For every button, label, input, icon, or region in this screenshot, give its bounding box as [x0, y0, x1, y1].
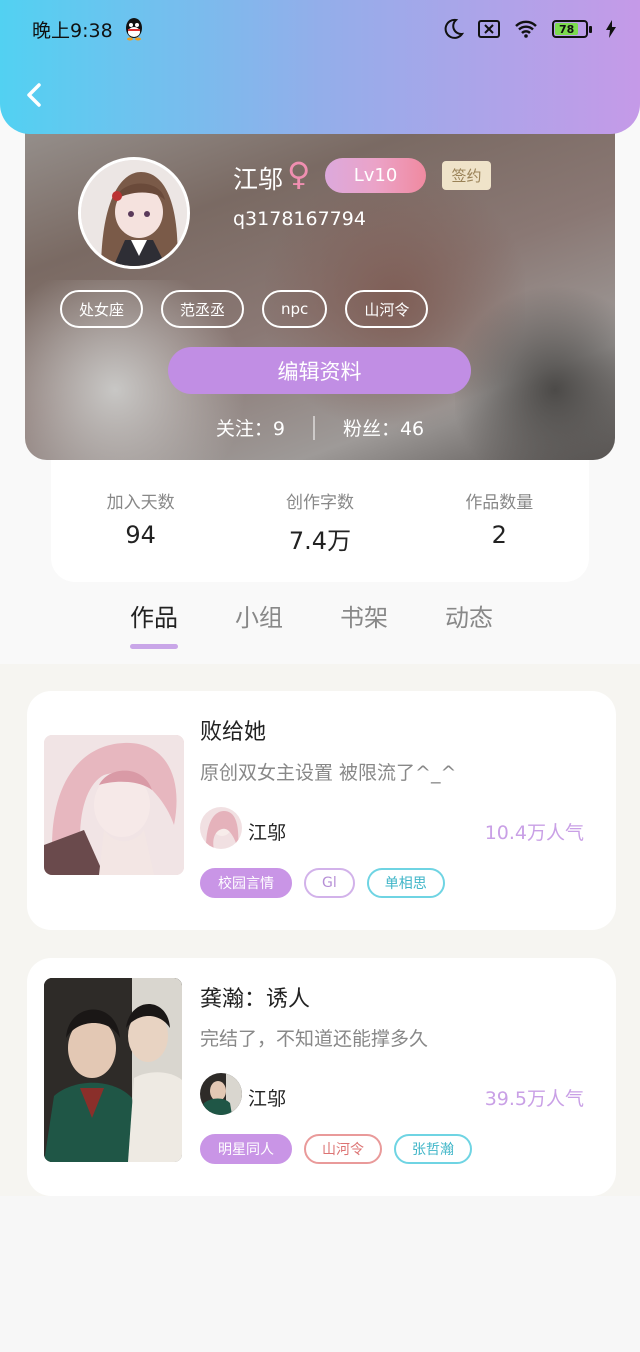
stat-word-count: 创作字数 7.4万: [230, 488, 409, 582]
profile-tag[interactable]: 处女座: [60, 290, 144, 328]
no-sim-icon: [478, 20, 500, 38]
popularity-count: 39.5万人气: [484, 1088, 584, 1110]
work-card[interactable]: 败给她 原创双女主设置 被限流了^_^ 江邬 10.4万人气 校园言情 Gl 单…: [27, 691, 616, 930]
stat-label: 创作字数: [285, 493, 354, 513]
author-avatar[interactable]: [200, 1073, 242, 1115]
work-title[interactable]: 败给她: [200, 714, 266, 746]
stat-label: 作品数量: [465, 493, 534, 513]
work-tag[interactable]: 明星同人: [200, 1134, 292, 1164]
divider: [312, 415, 315, 440]
stat-value: 94: [125, 521, 156, 549]
stat-join-days: 加入天数 94: [51, 488, 230, 582]
signed-badge: 签约: [442, 161, 491, 190]
work-tag[interactable]: 山河令: [304, 1134, 382, 1164]
work-tag[interactable]: 张哲瀚: [394, 1134, 472, 1164]
edit-profile-button[interactable]: 编辑资料: [168, 347, 471, 394]
work-tag[interactable]: Gl: [304, 868, 355, 898]
popularity-count: 10.4万人气: [484, 822, 584, 844]
work-tags: 明星同人 山河令 张哲瀚: [200, 1134, 472, 1164]
stat-label: 加入天数: [106, 493, 175, 513]
avatar-image: [81, 160, 187, 266]
work-title[interactable]: 龚瀚：诱人: [200, 981, 310, 1013]
work-cover-image[interactable]: [44, 735, 184, 875]
work-card[interactable]: 龚瀚：诱人 完结了，不知道还能撑多久 江邬 39.5万人气 明星同人 山河令 张…: [27, 958, 616, 1196]
work-description: 完结了，不知道还能撑多久: [200, 1028, 429, 1050]
work-cover-image[interactable]: [44, 978, 182, 1162]
tab-bookshelf[interactable]: 书架: [340, 598, 388, 633]
profile-tag[interactable]: 范丞丞: [161, 290, 245, 328]
user-id: q3178167794: [233, 208, 366, 230]
battery-level: 78: [555, 23, 579, 36]
work-tag[interactable]: 单相思: [366, 868, 445, 898]
author-avatar[interactable]: [200, 807, 242, 849]
female-icon: ♀: [287, 155, 311, 193]
stat-works-count: 作品数量 2: [410, 488, 589, 582]
profile-tag[interactable]: 山河令: [345, 290, 429, 328]
tab-groups[interactable]: 小组: [235, 598, 283, 633]
level-badge: Lv10: [325, 158, 426, 193]
status-bar: 晚上9:38 78: [32, 14, 616, 44]
stat-value: 7.4万: [288, 527, 352, 555]
battery-icon: 78: [552, 20, 592, 38]
avatar[interactable]: [78, 157, 190, 269]
status-time: 晚上9:38: [32, 19, 113, 42]
work-description: 原创双女主设置 被限流了^_^: [200, 762, 457, 784]
tab-works[interactable]: 作品: [130, 598, 178, 649]
following-count[interactable]: 关注：9: [216, 414, 285, 441]
wifi-icon: [515, 20, 537, 38]
back-chevron-icon[interactable]: [20, 80, 50, 110]
qq-icon: [125, 18, 142, 41]
stats-panel: 加入天数 94 创作字数 7.4万 作品数量 2: [51, 440, 589, 582]
tab-activity[interactable]: 动态: [445, 598, 493, 633]
user-name: 江邬: [233, 165, 284, 194]
page-bottom-area: [0, 1196, 640, 1352]
stat-value: 2: [491, 521, 507, 549]
fans-count[interactable]: 粉丝：46: [343, 414, 424, 441]
author-name[interactable]: 江邬: [248, 1084, 286, 1111]
profile-tags: 处女座 范丞丞 npc 山河令: [60, 290, 429, 328]
content-tabs: 作品 小组 书架 动态: [130, 598, 493, 649]
moon-icon: [444, 18, 464, 39]
follow-stats: 关注：9 粉丝：46: [25, 414, 615, 441]
charging-icon: [606, 20, 616, 38]
work-tags: 校园言情 Gl 单相思: [200, 868, 445, 898]
author-name[interactable]: 江邬: [248, 818, 286, 845]
profile-tag[interactable]: npc: [262, 290, 328, 328]
header-bar: 晚上9:38 78: [0, 0, 640, 134]
profile-card: 江邬 ♀ Lv10 签约 q3178167794 处女座 范丞丞 npc 山河令…: [25, 100, 615, 460]
work-tag[interactable]: 校园言情: [200, 868, 292, 898]
